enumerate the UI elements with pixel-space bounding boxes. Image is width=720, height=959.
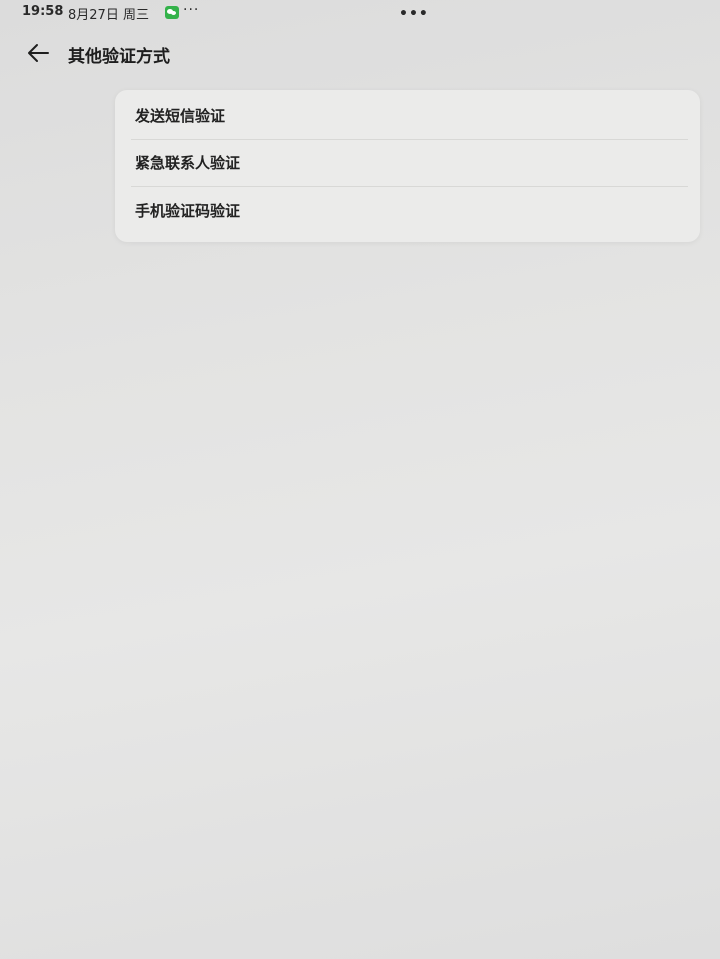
menu-item-phone-code-verification[interactable]: 手机验证码验证 xyxy=(115,187,700,235)
menu-item-label: 发送短信验证 xyxy=(135,107,226,125)
wechat-icon xyxy=(165,6,179,19)
menu-item-emergency-contact-verification[interactable]: 紧急联系人验证 xyxy=(115,139,700,187)
status-time: 19:58 xyxy=(22,4,64,19)
divider xyxy=(131,139,688,140)
status-date: 8月27日 周三 xyxy=(68,8,149,23)
header: 其他验证方式 xyxy=(0,28,720,76)
menu-item-label: 手机验证码验证 xyxy=(135,202,241,220)
menu-item-label: 紧急联系人验证 xyxy=(135,154,241,172)
verification-options-card: 发送短信验证 紧急联系人验证 手机验证码验证 xyxy=(115,90,700,242)
divider xyxy=(131,186,688,187)
status-bar: 19:58 8月27日 周三 ··· ••• xyxy=(0,0,720,26)
menu-item-sms-verification[interactable]: 发送短信验证 xyxy=(115,92,700,140)
more-notifications-icon: ··· xyxy=(183,2,200,18)
window-handle-icon[interactable]: ••• xyxy=(399,6,429,22)
page-title: 其他验证方式 xyxy=(68,47,170,67)
arrow-left-icon[interactable] xyxy=(26,40,52,66)
